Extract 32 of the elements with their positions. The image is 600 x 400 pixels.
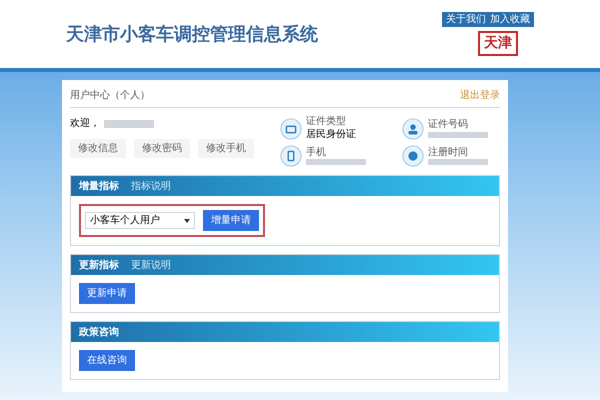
phone-icon bbox=[280, 145, 302, 167]
account-action-button[interactable]: 修改密码 bbox=[134, 139, 190, 158]
account-action-button[interactable]: 修改信息 bbox=[70, 139, 126, 158]
logout-link[interactable]: 退出登录 bbox=[460, 88, 500, 103]
section-title: 政策咨询 bbox=[79, 326, 119, 340]
greeting-text: 欢迎， bbox=[70, 116, 100, 131]
select-field[interactable]: 小客车个人用户 bbox=[85, 212, 195, 229]
section-note-link[interactable]: 更新说明 bbox=[131, 258, 171, 272]
account-action-button[interactable]: 修改手机 bbox=[198, 139, 254, 158]
info-label: 注册时间 bbox=[428, 146, 469, 160]
caret-icon bbox=[184, 218, 190, 222]
apply-button[interactable]: 增量申请 bbox=[203, 210, 259, 231]
top-link[interactable]: 关于我们 bbox=[446, 12, 486, 27]
apply-button[interactable]: 更新申请 bbox=[79, 283, 135, 304]
panel-title: 用户中心（个人） bbox=[70, 88, 150, 103]
person-icon bbox=[402, 118, 424, 140]
info-label: 证件类型 bbox=[306, 116, 347, 128]
top-link[interactable]: 加入收藏 bbox=[490, 12, 530, 27]
redacted-name bbox=[104, 120, 154, 128]
info-label: 手机 bbox=[306, 146, 327, 160]
section-title: 更新指标 bbox=[79, 258, 119, 272]
site-title: 天津市小客车调控管理信息系统 bbox=[66, 22, 318, 46]
redacted-value bbox=[428, 132, 488, 138]
info-label: 证件号码 bbox=[428, 119, 469, 132]
section-note-link[interactable]: 指标说明 bbox=[131, 178, 171, 194]
redacted-value bbox=[306, 159, 366, 166]
apply-button[interactable]: 在线咨询 bbox=[79, 350, 135, 371]
section-title: 增量指标 bbox=[79, 180, 119, 194]
redacted-value bbox=[428, 159, 488, 166]
stamp-logo: 天津 bbox=[478, 31, 518, 56]
id-icon bbox=[280, 118, 302, 140]
info-value: 居民身份证 bbox=[306, 128, 356, 141]
